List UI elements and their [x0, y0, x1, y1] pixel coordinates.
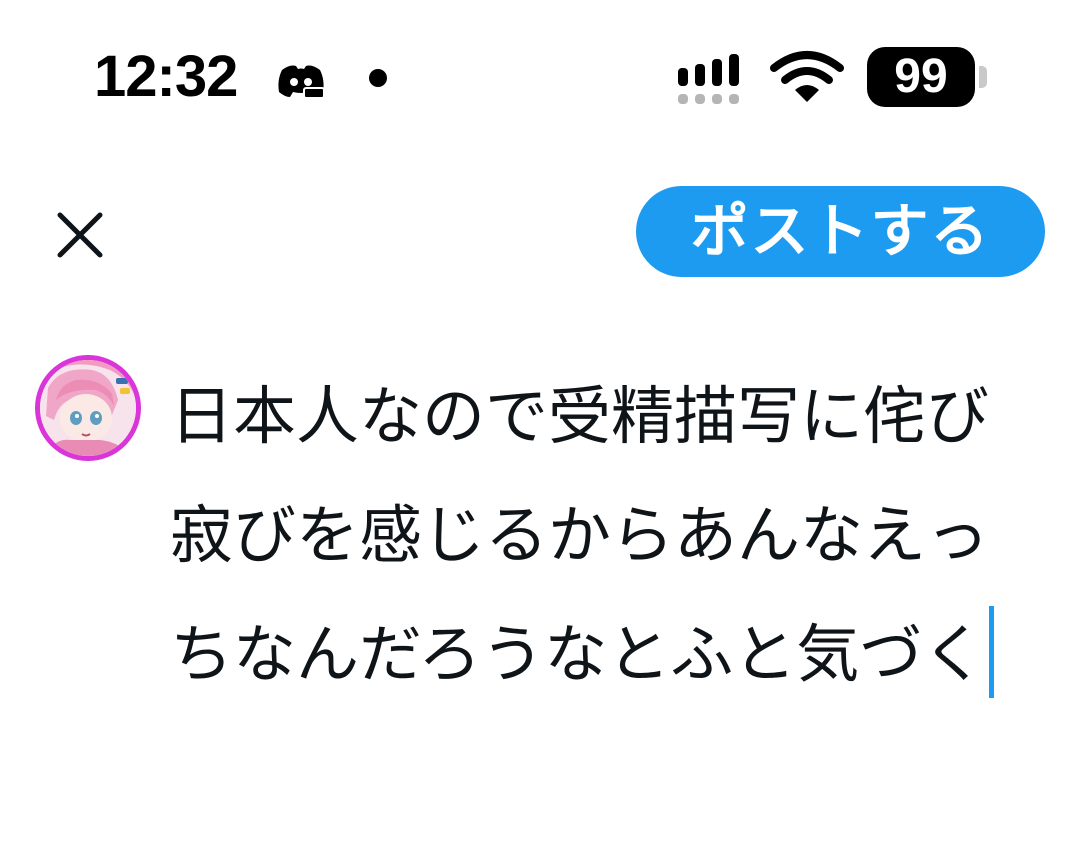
notification-dot [369, 69, 387, 87]
compose-text: 日本人なので受精描写に侘び寂びを感じるからあんなえっちなんだろうなとふと気づく [170, 380, 989, 691]
battery-indicator: 99 [867, 47, 975, 107]
battery-tip [979, 66, 987, 88]
post-button[interactable]: ポストする [636, 186, 1045, 277]
signal-icon [678, 54, 739, 104]
status-bar: 12:32 99 [0, 0, 1077, 150]
avatar[interactable] [35, 355, 141, 461]
compose-screen: 12:32 99 ポストする 日本人なので受精描写に侘び寂びを感じるからあんなえ… [0, 0, 1077, 843]
compose-text-input[interactable]: 日本人なので受精描写に侘び寂びを感じるからあんなえっちなんだろうなとふと気づく [170, 357, 1030, 714]
wifi-icon [770, 51, 844, 102]
discord-icon [278, 65, 325, 99]
status-time: 12:32 [94, 44, 238, 109]
avatar-image [40, 360, 136, 456]
close-icon[interactable] [50, 200, 112, 262]
text-cursor [989, 606, 995, 698]
